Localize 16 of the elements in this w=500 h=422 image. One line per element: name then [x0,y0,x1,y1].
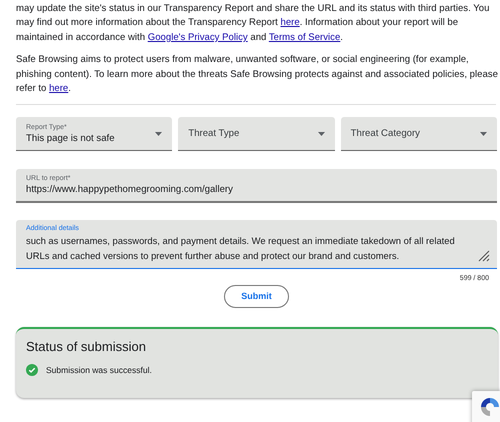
text-link[interactable]: Terms of Service [268,32,340,43]
text-link[interactable]: here [280,17,300,28]
paragraph: may update the site's status in our Transparency Report and share the URL and its status with third parties. You may find out more information about the Transparency Report here. Information about your report will be maintained in accordance with Google's Privacy Policy and Terms of Service. [16,2,490,45]
recaptcha-icon [480,397,500,419]
resize-handle-icon[interactable] [478,250,490,262]
paragraph: Safe Browsing aims to protect users from malware, unwanted software, or social engineering (for example, phishing content). To learn more about the threats Safe Browsing protects against and associated policies, please refer to here. [16,53,498,96]
dropdown-field[interactable]: Threat Category [340,117,497,152]
submit-button[interactable]: Submit [224,284,289,308]
dropdown-field[interactable]: Threat Type [178,117,335,152]
text-link[interactable]: Google's Privacy Policy [148,32,248,43]
status-title: Status of submission [26,338,147,356]
caret-icon [480,132,487,136]
status-message: Submission was successful. [46,364,152,377]
caret-icon [318,132,325,136]
text-link[interactable]: here [49,83,68,94]
caret-icon [155,132,162,136]
